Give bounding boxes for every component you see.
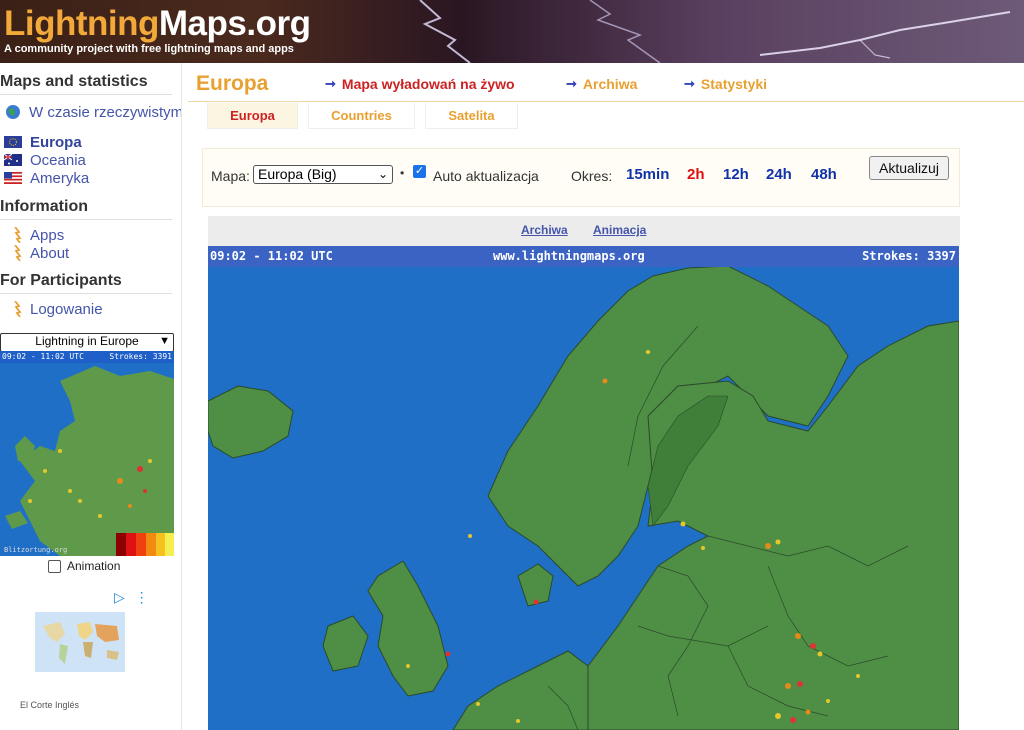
period-24h[interactable]: 24h: [766, 166, 792, 183]
nav-statistics[interactable]: ➞ Statystyki: [684, 76, 767, 92]
map-link-animation[interactable]: Animacja: [593, 223, 646, 237]
nav-live-map-label: Mapa wyładowań na żywo: [341, 76, 515, 92]
map-select-label: Mapa:: [211, 168, 250, 184]
map-header: Archiwa Animacja: [208, 216, 960, 246]
ad-label[interactable]: El Corte Inglés: [20, 700, 79, 710]
ad-menu-icon[interactable]: ⋮: [135, 589, 149, 605]
lightning-map[interactable]: 09:02 - 11:02 UTC www.lightningmaps.org …: [208, 246, 959, 730]
site-logo[interactable]: LightningMaps.org: [4, 4, 311, 44]
auto-update-label: Auto aktualizacja: [433, 168, 539, 184]
period-12h[interactable]: 12h: [723, 166, 749, 183]
map-link-archives[interactable]: Archiwa: [521, 223, 568, 237]
ad-image[interactable]: [35, 612, 125, 672]
sidebar-item-apps[interactable]: Apps: [0, 226, 64, 244]
update-button[interactable]: Aktualizuj: [869, 156, 949, 180]
sidebar-item-europa[interactable]: Europa: [4, 133, 82, 151]
site-header: LightningMaps.org A community project wi…: [0, 0, 1024, 63]
arrow-right-icon: ➞: [684, 76, 695, 91]
logo-text-maps: Maps.org: [158, 4, 311, 43]
mini-map-time: 09:02 - 11:02 UTC: [2, 352, 84, 361]
map-select-value: Europa (Big): [258, 166, 337, 182]
lightning-map-graphic: [208, 246, 959, 730]
sidebar: Maps and statistics W czasie rzeczywisty…: [0, 63, 182, 730]
title-divider: [188, 101, 1024, 102]
arrow-right-icon: ➞: [325, 76, 336, 91]
sidebar-item-about[interactable]: About: [0, 244, 69, 262]
nav-statistics-label: Statystyki: [700, 76, 768, 92]
sidebar-item-label: Ameryka: [30, 169, 90, 187]
sidebar-item-login[interactable]: Logowanie: [0, 300, 103, 318]
australia-flag-icon: [4, 154, 22, 166]
map-strokes-count: Strokes: 3397: [862, 249, 956, 263]
sidebar-heading-participants: For Participants: [0, 272, 172, 294]
tab-satelita[interactable]: Satelita: [425, 103, 518, 129]
sidebar-item-label: Apps: [30, 226, 65, 244]
tab-label: Satelita: [448, 108, 495, 123]
mini-map-graphic: [0, 351, 174, 556]
sidebar-item-ameryka[interactable]: Ameryka: [4, 169, 89, 187]
separator-dot: •: [400, 166, 405, 180]
map-time-range: 09:02 - 11:02 UTC: [210, 249, 333, 263]
animation-label: Animation: [67, 559, 121, 573]
map-select[interactable]: Europa (Big) ⌄: [253, 165, 393, 184]
arrow-right-icon: ➞: [566, 76, 577, 91]
site-tagline: A community project with free lightning …: [4, 43, 294, 55]
ad-play-icon[interactable]: ▷: [114, 589, 125, 605]
period-48h[interactable]: 48h: [811, 166, 837, 183]
mini-map-legend: [116, 533, 174, 556]
ad-choices[interactable]: ▷ ⋮: [114, 589, 149, 606]
mini-lightning-map[interactable]: 09:02 - 11:02 UTC Strokes: 3391 Blitzort…: [0, 351, 174, 556]
nav-archives-label: Archiwa: [582, 76, 638, 92]
animation-toggle[interactable]: Animation: [48, 559, 120, 573]
sidebar-item-label: Logowanie: [30, 300, 103, 318]
period-label: Okres:: [571, 168, 613, 184]
period-2h[interactable]: 2h: [687, 166, 705, 183]
lightning-icon: [14, 227, 22, 243]
period-15min[interactable]: 15min: [626, 166, 669, 183]
mini-map-select-value: Lightning in Europe: [35, 334, 139, 348]
chevron-down-icon: ⌄: [377, 167, 388, 181]
animation-checkbox[interactable]: [48, 559, 61, 573]
sidebar-item-oceania[interactable]: Oceania: [4, 151, 86, 169]
sidebar-item-label: W czasie rzeczywistym: [29, 103, 182, 121]
page-title: Europa: [196, 72, 269, 95]
tab-label: Europa: [230, 108, 275, 123]
sidebar-heading-maps: Maps and statistics: [0, 73, 172, 95]
lightning-icon: [14, 245, 22, 261]
map-info-bar: 09:02 - 11:02 UTC www.lightningmaps.org …: [208, 246, 959, 267]
auto-update-checkbox[interactable]: ✓: [413, 165, 426, 178]
sidebar-heading-information: Information: [0, 198, 172, 220]
logo-text-lightning: Lightning: [4, 4, 159, 43]
tab-europa[interactable]: Europa: [207, 103, 298, 129]
nav-archives[interactable]: ➞ Archiwa: [566, 76, 637, 92]
map-site-label: www.lightningmaps.org: [493, 249, 645, 263]
mini-map-select[interactable]: Lightning in Europe ▼: [0, 333, 174, 352]
mini-map-footer: Blitzortung.org: [4, 546, 68, 554]
nav-live-map[interactable]: ➞ Mapa wyładowań na żywo: [325, 76, 515, 92]
sidebar-item-label: About: [30, 244, 70, 262]
map-controls: Mapa: Europa (Big) ⌄ • ✓ Auto aktualizac…: [202, 148, 960, 207]
tab-countries[interactable]: Countries: [308, 103, 415, 129]
lightning-icon: [14, 301, 22, 317]
sidebar-item-label: Oceania: [30, 151, 86, 169]
eu-flag-icon: [4, 136, 22, 148]
mini-map-header-bar: 09:02 - 11:02 UTC Strokes: 3391: [0, 351, 174, 363]
sidebar-item-label: Europa: [30, 133, 82, 151]
tab-label: Countries: [331, 108, 392, 123]
chevron-down-icon: ▼: [159, 335, 170, 347]
sidebar-item-realtime[interactable]: W czasie rzeczywistym: [0, 103, 182, 121]
globe-icon: [6, 105, 20, 119]
usa-flag-icon: [4, 172, 22, 184]
mini-map-strokes: Strokes: 3391: [109, 352, 172, 361]
